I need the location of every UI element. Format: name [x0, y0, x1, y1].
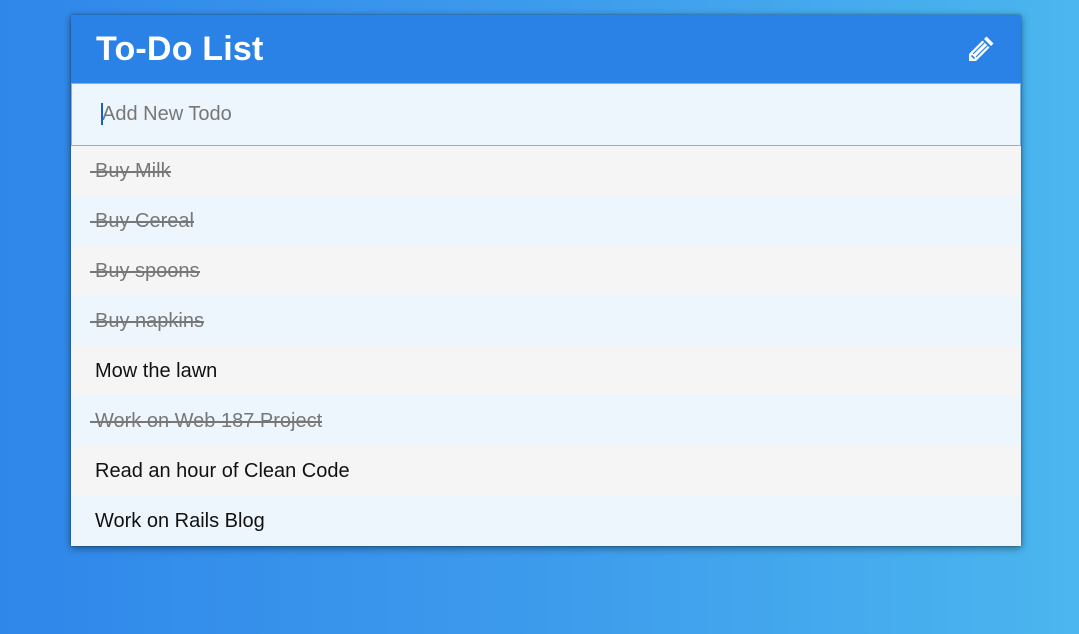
todo-item-label: Read an hour of Clean Code — [95, 459, 350, 482]
todo-card: To-Do List Buy MilkBuy CerealBuy spoonsB… — [71, 15, 1021, 546]
text-cursor — [101, 103, 103, 125]
todo-item-label: Work on Rails Blog — [95, 509, 265, 532]
new-todo-input[interactable] — [72, 84, 1020, 145]
todo-item[interactable]: Buy Milk — [71, 146, 1021, 196]
todo-item-label: Buy spoons — [90, 259, 200, 282]
todo-item-label: Buy Cereal — [90, 209, 194, 232]
todo-item[interactable]: Mow the lawn — [71, 346, 1021, 396]
todo-item[interactable]: Buy Cereal — [71, 196, 1021, 246]
todo-item[interactable]: Work on Rails Blog — [71, 496, 1021, 546]
todo-item-label: Work on Web 187 Project — [89, 409, 323, 432]
todo-header: To-Do List — [71, 15, 1021, 83]
page-title: To-Do List — [96, 29, 264, 68]
todo-item-label: Buy Milk — [90, 159, 171, 182]
todo-item[interactable]: Buy spoons — [71, 246, 1021, 296]
todo-item[interactable]: Buy napkins — [71, 296, 1021, 346]
todo-item-label: Buy napkins — [90, 309, 204, 332]
todo-item[interactable]: Read an hour of Clean Code — [71, 446, 1021, 496]
new-todo-row — [71, 83, 1021, 146]
todo-list: Buy Milk Buy Cereal Buy spoons Buy napkins M… — [71, 146, 1021, 546]
pencil-icon[interactable] — [965, 33, 997, 65]
todo-item[interactable]: Work on Web 187 Project — [71, 396, 1021, 446]
todo-item-label: Mow the lawn — [95, 359, 218, 382]
